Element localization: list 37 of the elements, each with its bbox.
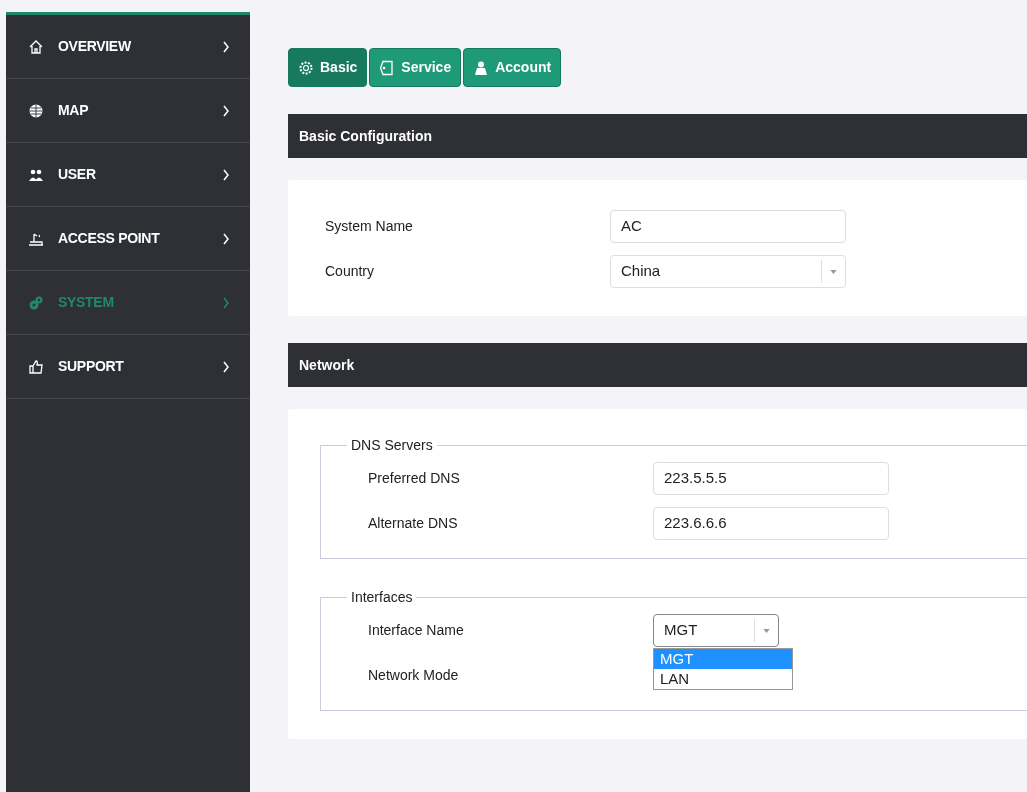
field-label: Preferred DNS — [368, 469, 461, 488]
sidebar-item[interactable]: MAP — [6, 79, 250, 143]
input-field[interactable]: 223.6.6.6 — [653, 507, 889, 540]
sidebar-item[interactable]: ACCESS POINT — [6, 207, 250, 271]
caret-icon — [830, 269, 837, 274]
sidebar-item[interactable]: SUPPORT — [6, 335, 250, 399]
tag-icon — [379, 59, 396, 76]
tab[interactable]: Account — [463, 48, 562, 87]
select-field[interactable]: China — [610, 255, 846, 288]
home-icon — [28, 38, 44, 55]
thumbs-up-icon — [28, 358, 44, 375]
chevron-right-icon — [222, 359, 230, 374]
caret-icon — [763, 628, 770, 633]
person-icon — [473, 59, 490, 76]
input-field[interactable]: AC — [610, 210, 846, 243]
sidebar-item[interactable]: OVERVIEW — [6, 15, 250, 79]
section-header: Network — [288, 343, 1027, 387]
globe-icon — [28, 102, 44, 119]
chevron-right-icon — [222, 231, 230, 246]
dropdown-option[interactable]: LAN — [654, 669, 792, 689]
section-header: Basic Configuration — [288, 114, 1027, 158]
select-field[interactable]: MGT — [653, 614, 779, 647]
field-label: Country — [325, 262, 376, 281]
chevron-right-icon — [222, 103, 230, 118]
tab[interactable]: Service — [369, 48, 462, 87]
gear-icon — [298, 59, 314, 76]
tab[interactable]: Basic — [288, 48, 368, 87]
sidebar-item[interactable]: USER — [6, 143, 250, 207]
chevron-right-icon — [222, 39, 230, 54]
gears-icon — [28, 294, 44, 311]
field-label: Alternate DNS — [368, 514, 459, 533]
field-label: Network Mode — [368, 666, 460, 685]
field-label: System Name — [325, 217, 414, 236]
input-field[interactable]: 223.5.5.5 — [653, 462, 889, 495]
field-label: Interface Name — [368, 621, 465, 640]
chevron-right-icon — [222, 295, 230, 310]
chevron-right-icon — [222, 167, 230, 182]
